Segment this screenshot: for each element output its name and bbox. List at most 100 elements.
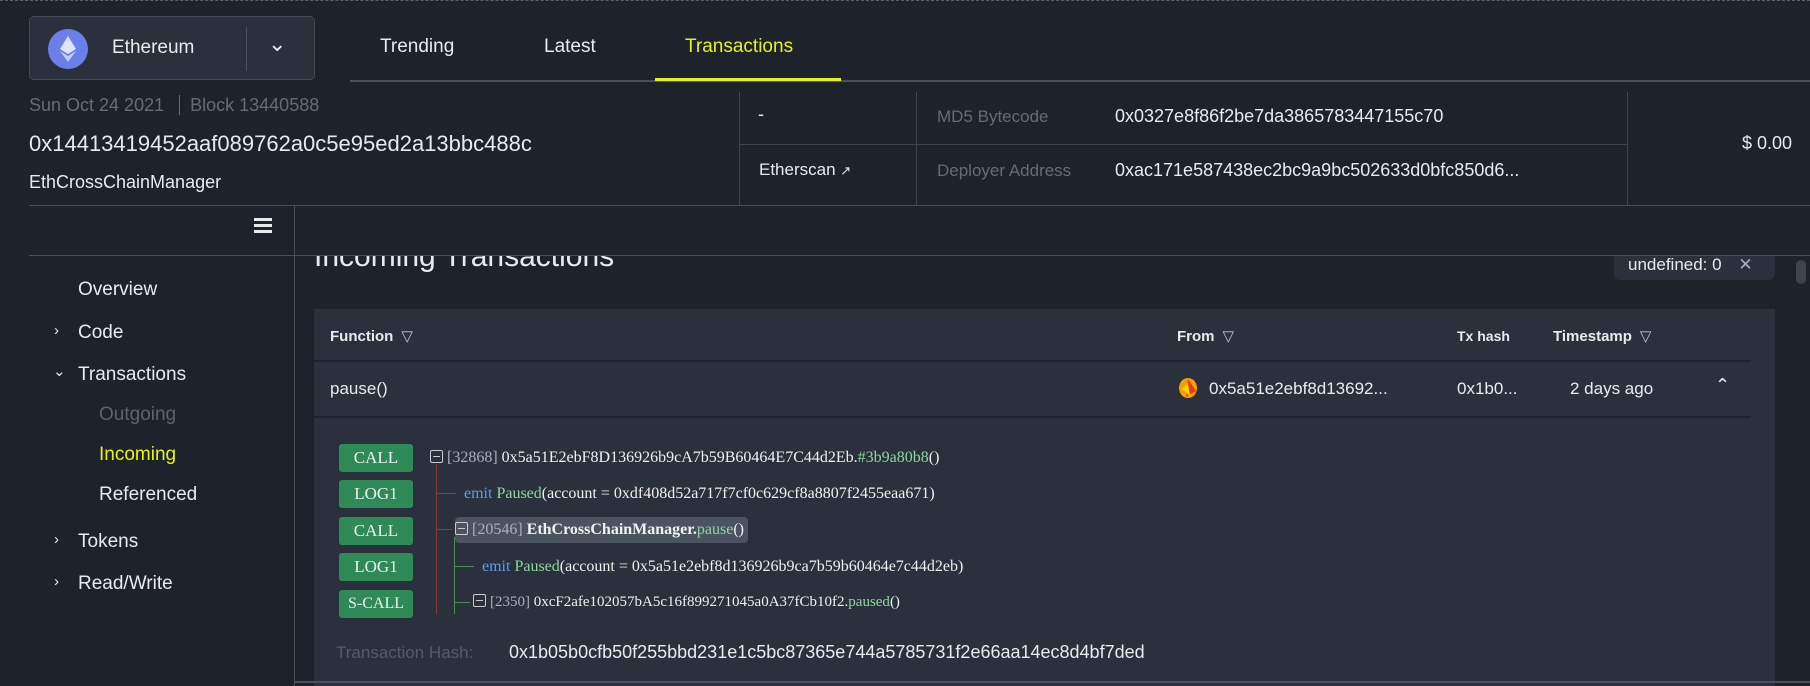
row-timestamp: 2 days ago	[1570, 379, 1654, 398]
parens: ()	[928, 449, 940, 466]
chevron-right-icon[interactable]: ›	[54, 322, 59, 339]
filter-icon[interactable]: ▽	[1223, 328, 1235, 345]
collapse-icon[interactable]	[430, 450, 443, 463]
trace-call-3[interactable]: [2350] 0xcF2afe102057bA5c16f899271045a0A…	[473, 594, 900, 611]
sidebar-item-outgoing[interactable]: Outgoing	[99, 404, 176, 426]
divider	[29, 205, 1810, 206]
emit: emit	[464, 485, 493, 502]
emit: emit	[482, 558, 511, 575]
filter-icon[interactable]: ▽	[1640, 328, 1652, 345]
column-timestamp[interactable]: Timestamp ▽	[1553, 327, 1651, 345]
filter-icon[interactable]: ▽	[401, 328, 413, 345]
etherscan-label: Etherscan	[759, 160, 836, 179]
divider	[739, 144, 1627, 145]
tree-line	[436, 493, 456, 494]
function: paused	[848, 594, 890, 610]
tab-transactions[interactable]: Transactions	[685, 36, 793, 58]
transactions-table: Function ▽ From ▽ Tx hash Timestamp ▽ pause…	[314, 309, 1775, 686]
collapse-icon[interactable]	[455, 522, 468, 535]
tree-line	[454, 566, 474, 567]
args: (account = 0x5a51e2ebf8d136926b9ca7b59b6…	[559, 558, 964, 575]
close-icon[interactable]: ✕	[1738, 256, 1752, 274]
deployer-label: Deployer Address	[937, 161, 1072, 180]
gas: [20546]	[472, 521, 523, 538]
etherscan-link[interactable]: Etherscan ↗	[759, 160, 851, 180]
call-type-badge: CALL	[339, 444, 413, 472]
table-row[interactable]: pause() 0x5a51e2ebf8d13692... 0x1b0... 2…	[314, 361, 1751, 418]
top-divider	[0, 0, 1810, 1]
contract-address[interactable]: 0x14413419452aaf089762a0c5e95ed2a13bbc48…	[29, 131, 532, 157]
divider	[739, 92, 740, 205]
divider	[295, 681, 1810, 683]
parens: ()	[733, 521, 744, 538]
dash-placeholder: -	[758, 104, 764, 124]
gas: [2350]	[490, 594, 530, 610]
chevron-up-icon[interactable]: ⌃	[1715, 375, 1730, 396]
sidebar-item-read-write[interactable]: Read/Write	[78, 573, 173, 595]
divider	[246, 27, 247, 71]
contract-date: Sun Oct 24 2021	[29, 95, 165, 115]
md5-label: MD5 Bytecode	[937, 107, 1049, 126]
row-tx-hash[interactable]: 0x1b0...	[1457, 379, 1518, 399]
address: 0xcF2afe102057bA5c16f899271045a0A37fCb10…	[533, 594, 849, 610]
external-link-icon: ↗	[840, 163, 852, 178]
tree-line	[436, 529, 452, 530]
chevron-right-icon[interactable]: ›	[54, 531, 59, 548]
chevron-down-icon[interactable]: ⌄	[268, 31, 286, 57]
hamburger-menu-icon[interactable]	[254, 218, 272, 233]
tree-line	[454, 602, 470, 603]
sidebar-item-code[interactable]: Code	[78, 322, 123, 344]
column-from[interactable]: From ▽	[1177, 327, 1234, 345]
sidebar-item-referenced[interactable]: Referenced	[99, 484, 197, 506]
active-tab-indicator	[655, 78, 841, 81]
column-function[interactable]: Function ▽	[330, 327, 413, 345]
tab-bar	[350, 80, 1810, 82]
contract-name: EthCrossChainManager	[29, 172, 222, 192]
args: (account = 0xdf408d52a717f7cf0c629cf8a88…	[541, 485, 935, 502]
ethereum-icon	[48, 29, 88, 69]
chevron-down-icon[interactable]: ⌄	[53, 362, 66, 380]
divider	[916, 92, 917, 205]
filter-chip: undefined: 0 ✕	[1614, 256, 1775, 280]
call-type-badge: CALL	[339, 517, 413, 545]
address: EthCrossChainManager.	[526, 521, 697, 538]
event: Paused	[496, 485, 542, 502]
balance: $ 0.00	[1742, 133, 1793, 153]
sidebar-item-overview[interactable]: Overview	[78, 279, 157, 301]
tab-trending[interactable]: Trending	[380, 36, 454, 58]
row-function: pause()	[330, 379, 388, 398]
gas: [32868]	[447, 449, 498, 466]
call-type-badge: LOG1	[339, 553, 413, 581]
main-content: Incoming Transactions undefined: 0 ✕ Fun…	[295, 256, 1810, 686]
contract-meta: Sun Oct 24 2021 Block 13440588	[29, 95, 319, 116]
sidebar-item-tokens[interactable]: Tokens	[78, 531, 138, 553]
trace-log-1: emit Paused(account = 0xdf408d52a717f7cf…	[464, 485, 935, 503]
md5-value[interactable]: 0x0327e8f86f2be7da3865783447155c70	[1115, 106, 1443, 127]
page-title: Incoming Transactions	[314, 256, 615, 273]
tx-hash-label: Transaction Hash:	[336, 643, 474, 662]
sidebar-item-incoming[interactable]: Incoming	[99, 444, 176, 466]
sidebar-item-transactions[interactable]: Transactions	[78, 364, 186, 386]
trace-log-2: emit Paused(account = 0x5a51e2ebf8d13692…	[482, 558, 963, 576]
tab-latest[interactable]: Latest	[544, 36, 596, 58]
collapse-icon[interactable]	[473, 594, 486, 607]
call-type-badge: LOG1	[339, 480, 413, 508]
event: Paused	[514, 558, 560, 575]
parens: ()	[889, 594, 900, 610]
column-label: Function	[330, 328, 394, 345]
scrollbar[interactable]	[1796, 260, 1806, 284]
column-tx-hash: Tx hash	[1457, 328, 1510, 344]
tree-line	[436, 464, 437, 614]
column-label: From	[1177, 328, 1215, 345]
row-from[interactable]: 0x5a51e2ebf8d13692...	[1209, 379, 1388, 399]
network-name: Ethereum	[112, 37, 195, 58]
deployer-value[interactable]: 0xac171e587438ec2bc9a9bc502633d0bfc850d6…	[1115, 160, 1519, 181]
trace-call-2[interactable]: [20546] EthCrossChainManager.pause()	[455, 517, 748, 543]
network-selector[interactable]: Ethereum ⌄	[29, 16, 315, 80]
column-label: Timestamp	[1553, 328, 1632, 345]
chevron-right-icon[interactable]: ›	[54, 573, 59, 590]
divider	[1627, 92, 1628, 205]
address: 0x5a51E2ebF8D136926b9cA7b59B60464E7C44d2…	[501, 449, 858, 466]
trace-call-1[interactable]: [32868] 0x5a51E2ebF8D136926b9cA7b59B6046…	[430, 449, 939, 467]
tx-hash-value[interactable]: 0x1b05b0cfb50f255bbd231e1c5bc87365e744a5…	[509, 642, 1145, 663]
